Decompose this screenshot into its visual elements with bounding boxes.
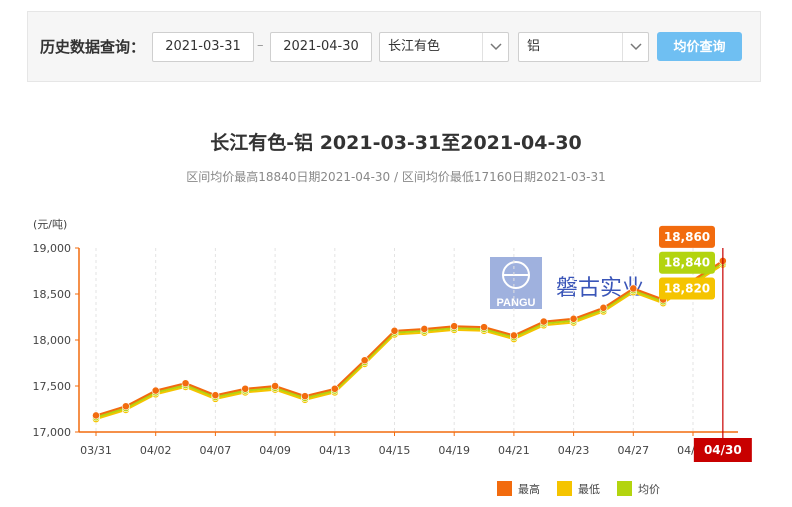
legend-swatch (557, 481, 572, 496)
x-tick-label: 04/19 (438, 444, 470, 457)
y-tick-label: 18,000 (33, 334, 72, 347)
data-point (241, 384, 250, 393)
legend-swatch (617, 481, 632, 496)
data-point (539, 317, 548, 326)
data-point (599, 303, 608, 312)
data-point (330, 384, 339, 393)
data-point (629, 284, 638, 293)
legend-label: 最高 (518, 482, 540, 496)
x-tick-label: 04/15 (379, 444, 411, 457)
logo-text: PANGU (497, 297, 536, 309)
data-point (480, 323, 488, 332)
data-point (450, 322, 459, 331)
x-tick-label: 04/27 (617, 444, 649, 457)
x-tick-label: 04/09 (259, 444, 291, 457)
tooltip-value-label: 18,820 (664, 282, 710, 296)
y-tick-label: 18,500 (33, 288, 72, 301)
data-point (181, 379, 190, 388)
legend-label: 最低 (578, 483, 600, 496)
line-chart: PANGU 磐古实业 (元/吨)17,00017,50018,00018,500… (33, 218, 752, 496)
data-point (360, 356, 369, 365)
tooltip-x-label: 04/30 (704, 443, 742, 457)
plot-area: (元/吨) 17,000 17,500 18,000 18,500 19,000 03/31… (33, 218, 752, 496)
x-tick-label: 04/21 (498, 444, 530, 457)
y-tick-label: 17,500 (33, 380, 72, 393)
y-axis-unit-label: (元/吨) (33, 218, 67, 231)
x-tick-label: 04/13 (319, 444, 351, 457)
data-point (271, 382, 279, 390)
x-tick-label: 04/07 (200, 444, 232, 457)
legend-label: 均价 (638, 483, 660, 496)
tooltip-value-label: 18,860 (664, 230, 710, 244)
x-tick-label: 03/31 (80, 444, 112, 457)
y-tick-label: 17,000 (33, 426, 72, 439)
y-tick-label: 19,000 (33, 242, 72, 255)
data-point (420, 325, 429, 333)
data-point (569, 314, 578, 323)
x-tick-label: 04/23 (558, 444, 590, 457)
data-point (510, 331, 518, 340)
x-tick-label: 04/02 (140, 444, 172, 457)
data-point (301, 392, 309, 401)
data-point (211, 391, 220, 400)
data-point (92, 411, 100, 420)
data-point (151, 386, 160, 395)
data-point (390, 326, 399, 335)
legend-swatch (497, 481, 512, 496)
tooltip-value-label: 18,840 (664, 256, 710, 270)
data-point (121, 402, 130, 411)
